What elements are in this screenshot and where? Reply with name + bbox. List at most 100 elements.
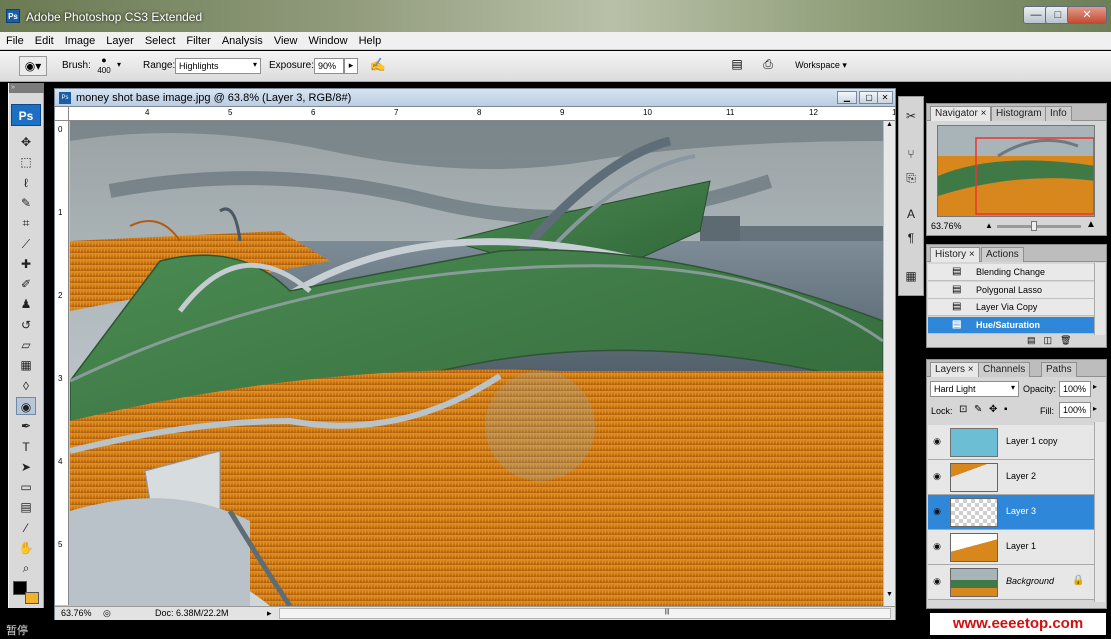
- visibility-eye-icon[interactable]: ◉: [930, 436, 944, 448]
- tab-histogram[interactable]: Histogram: [991, 106, 1047, 121]
- menu-select[interactable]: Select: [139, 32, 181, 48]
- tab-history[interactable]: History ×: [930, 247, 980, 262]
- menu-edit[interactable]: Edit: [29, 32, 59, 48]
- visibility-eye-icon[interactable]: ◉: [930, 576, 944, 588]
- file-browser-icon[interactable]: ▤: [728, 57, 746, 75]
- notes-tool-icon[interactable]: ▤: [16, 498, 36, 516]
- eraser-tool-icon[interactable]: ▱: [16, 336, 36, 354]
- path-select-icon[interactable]: ➤: [16, 458, 36, 476]
- eyedropper-icon[interactable]: ⁄: [16, 519, 36, 537]
- opacity-slider-arrow[interactable]: ▸: [1093, 382, 1097, 391]
- tab-navigator[interactable]: Navigator ×: [930, 106, 992, 121]
- shape-tool-icon[interactable]: ▭: [16, 478, 36, 496]
- lock-pixels-icon[interactable]: ✎: [974, 404, 982, 415]
- blur-tool-icon[interactable]: ◊: [16, 377, 36, 395]
- layer-row[interactable]: ◉ Layer 1: [928, 530, 1094, 565]
- tab-layers[interactable]: Layers ×: [930, 362, 979, 377]
- close-button[interactable]: ✕: [1067, 6, 1107, 24]
- layer-row[interactable]: ◉ Layer 3: [928, 495, 1094, 530]
- tab-channels[interactable]: Channels: [978, 362, 1031, 377]
- brush-picker[interactable]: ● 400: [94, 55, 114, 79]
- gradient-tool-icon[interactable]: ▦: [16, 356, 36, 374]
- visibility-eye-icon[interactable]: ◉: [930, 541, 944, 553]
- navigator-zoom[interactable]: 63.76%: [931, 221, 962, 231]
- scroll-down-arrow[interactable]: ▼: [885, 591, 894, 603]
- status-info-icon[interactable]: ◎: [103, 608, 111, 619]
- navigator-thumbnail[interactable]: [937, 125, 1095, 217]
- menu-image[interactable]: Image: [59, 32, 101, 48]
- clone-source-icon[interactable]: ⎘: [902, 169, 920, 187]
- dodge-tool-icon[interactable]: ◉: [16, 396, 36, 415]
- zoom-slider-handle[interactable]: [1031, 221, 1037, 231]
- layer-row[interactable]: ◉ Layer 1 copy: [928, 425, 1094, 460]
- marquee-tool-icon[interactable]: ⬚: [16, 153, 36, 171]
- layer-row[interactable]: ◉ Layer 2: [928, 460, 1094, 495]
- history-footer-buttons[interactable]: ▤◫🗑: [1027, 335, 1079, 346]
- fill-input[interactable]: 100%: [1059, 402, 1091, 418]
- tab-actions[interactable]: Actions: [981, 247, 1024, 262]
- status-menu-arrow[interactable]: ▸: [267, 608, 272, 619]
- scroll-up-arrow[interactable]: ▲: [885, 121, 894, 133]
- image-canvas[interactable]: [70, 121, 883, 606]
- vertical-scrollbar[interactable]: ▲ ▼: [883, 121, 895, 606]
- tool-preset-picker[interactable]: ◉▾: [19, 56, 47, 76]
- airbrush-icon[interactable]: ✍: [368, 57, 388, 75]
- ruler-origin[interactable]: [55, 107, 69, 121]
- paragraph-icon[interactable]: ¶: [902, 229, 920, 247]
- character-icon[interactable]: A: [902, 205, 920, 223]
- crop-tool-icon[interactable]: ⌗: [16, 214, 36, 232]
- range-select[interactable]: Highlights ▾: [175, 58, 261, 74]
- history-item[interactable]: ▤ Hue/Saturation: [928, 316, 1094, 334]
- history-item[interactable]: ▤ Layer Via Copy: [928, 299, 1094, 316]
- type-tool-icon[interactable]: T: [16, 438, 36, 456]
- zoom-tool-icon[interactable]: ⌕: [16, 559, 36, 577]
- zoom-in-icon[interactable]: ▲: [1086, 219, 1096, 230]
- layers-scrollbar[interactable]: [1094, 422, 1105, 602]
- horizontal-scrollbar[interactable]: |||: [279, 608, 891, 619]
- tab-info[interactable]: Info: [1045, 106, 1072, 121]
- history-item[interactable]: ▤ Polygonal Lasso: [928, 281, 1094, 299]
- tab-paths[interactable]: Paths: [1041, 362, 1077, 377]
- zoom-out-icon[interactable]: ▲: [985, 221, 993, 230]
- zoom-level[interactable]: 63.76%: [61, 608, 92, 618]
- menu-view[interactable]: View: [268, 32, 303, 48]
- blend-mode-select[interactable]: Hard Light ▾: [930, 381, 1019, 397]
- doc-maximize-button[interactable]: ▢: [859, 91, 879, 104]
- fill-slider-arrow[interactable]: ▸: [1093, 404, 1097, 413]
- visibility-eye-icon[interactable]: ◉: [930, 471, 944, 483]
- horizontal-ruler[interactable]: 4 5 6 7 8 9 10 11 12 13: [69, 107, 895, 121]
- tool-presets-icon[interactable]: ✂: [902, 107, 920, 125]
- zoom-slider[interactable]: [997, 221, 1081, 231]
- lock-all-icon[interactable]: ▪: [1004, 404, 1008, 415]
- brush-tool-icon[interactable]: ✐: [16, 275, 36, 293]
- slice-tool-icon[interactable]: ⟋: [16, 235, 36, 253]
- move-tool-icon[interactable]: ✥: [16, 133, 36, 151]
- document-title-bar[interactable]: Ps money shot base image.jpg @ 63.8% (La…: [55, 89, 895, 107]
- clone-stamp-icon[interactable]: ♟: [16, 295, 36, 313]
- opacity-input[interactable]: 100%: [1059, 381, 1091, 397]
- pen-tool-icon[interactable]: ✒: [16, 417, 36, 435]
- device-central-icon[interactable]: ⎙: [758, 57, 778, 75]
- layer-row[interactable]: ◉ Background 🔒: [928, 565, 1094, 600]
- scroll-thumb-grip[interactable]: |||: [660, 609, 674, 618]
- quick-select-tool-icon[interactable]: ✎: [16, 194, 36, 212]
- exposure-slider-button[interactable]: ▸: [344, 58, 358, 74]
- history-item[interactable]: ▤ Blending Change: [928, 264, 1094, 281]
- layer-comps-icon[interactable]: ▦: [902, 267, 920, 285]
- history-scrollbar[interactable]: [1094, 263, 1105, 335]
- menu-help[interactable]: Help: [353, 32, 387, 48]
- brush-dropdown-arrow[interactable]: ▾: [117, 60, 121, 69]
- menu-filter[interactable]: Filter: [180, 32, 215, 48]
- toolbox-header[interactable]: »: [9, 83, 44, 93]
- background-color-swatch[interactable]: [25, 592, 39, 604]
- lasso-tool-icon[interactable]: ℓ: [16, 174, 36, 192]
- menu-layer[interactable]: Layer: [100, 32, 139, 48]
- lock-transparency-icon[interactable]: ⊡: [959, 404, 967, 415]
- exposure-input[interactable]: 90%: [314, 58, 344, 74]
- doc-close-button[interactable]: ✕: [877, 91, 893, 104]
- menu-window[interactable]: Window: [302, 32, 352, 48]
- workspace-button[interactable]: Workspace ▾: [786, 55, 856, 75]
- doc-minimize-button[interactable]: ▁: [837, 91, 857, 104]
- visibility-eye-icon[interactable]: ◉: [930, 506, 944, 518]
- history-brush-icon[interactable]: ↺: [16, 316, 36, 334]
